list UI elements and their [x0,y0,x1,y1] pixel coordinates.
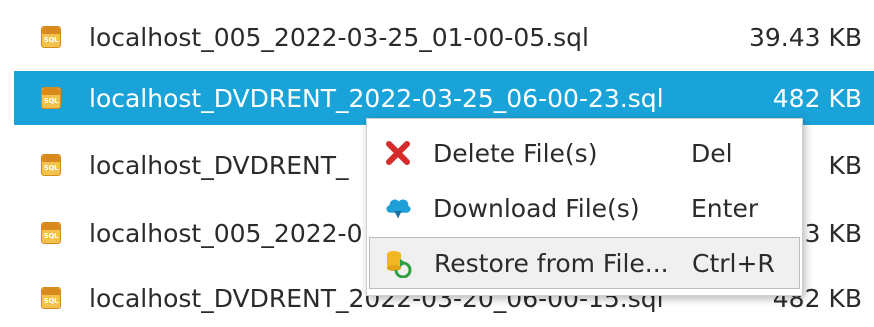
context-menu: Delete File(s) Del Download File(s) Ente… [366,118,803,296]
sql-file-icon: SQL [41,154,61,176]
cloud-download-icon [383,193,413,223]
file-name: localhost_005_2022-03-25_01-00-05.sql [89,22,589,52]
file-name: localhost_DVDRENT_ [89,150,349,180]
file-size: 39.43 KB [748,22,862,52]
file-size: 3 KB [804,218,862,248]
delete-x-icon [383,138,413,168]
file-name: localhost_005_2022-0 [89,218,363,248]
sql-file-icon: SQL [41,26,61,48]
sql-file-icon: SQL [41,222,61,244]
file-size: KB [828,150,862,180]
menu-item-shortcut: Del [691,138,733,168]
file-name: localhost_DVDRENT_2022-03-25_06-00-23.sq… [89,83,664,113]
menu-item-label: Download File(s) [433,193,640,223]
file-size: 482 KB [772,83,862,113]
menu-item-shortcut: Ctrl+R [692,248,775,278]
file-row[interactable]: SQL localhost_005_2022-03-25_01-00-05.sq… [14,10,874,64]
menu-item-label: Restore from File... [434,248,669,278]
file-row-selected[interactable]: SQL localhost_DVDRENT_2022-03-25_06-00-2… [14,71,874,125]
menu-item-delete[interactable]: Delete File(s) Del [369,127,800,179]
sql-file-icon: SQL [41,287,61,309]
sql-file-icon: SQL [41,87,61,109]
menu-item-shortcut: Enter [691,193,759,223]
menu-item-restore[interactable]: Restore from File... Ctrl+R [369,237,800,289]
database-restore-icon [384,248,414,278]
menu-item-download[interactable]: Download File(s) Enter [369,182,800,234]
menu-item-label: Delete File(s) [433,138,598,168]
